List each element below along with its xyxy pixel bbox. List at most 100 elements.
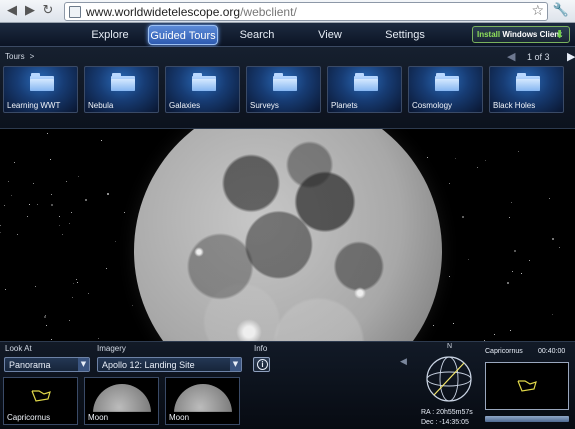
star: [468, 259, 470, 261]
dec-readout: Dec : -14:35:05: [421, 419, 469, 426]
tour-tile-learning-wwt[interactable]: Learning WWT: [3, 66, 78, 113]
info-button[interactable]: i: [253, 357, 270, 372]
menu-settings[interactable]: Settings: [380, 25, 430, 45]
star: [509, 217, 511, 219]
tour-tile-label: Galaxies: [169, 101, 201, 110]
tour-tile-planets[interactable]: Planets: [327, 66, 402, 113]
star: [71, 297, 73, 299]
star: [427, 156, 429, 158]
collapse-panel-icon[interactable]: ◀: [400, 357, 407, 367]
star: [448, 275, 450, 277]
tour-tile-cosmology[interactable]: Cosmology: [408, 66, 483, 113]
back-arrow-icon[interactable]: ◀: [4, 3, 20, 19]
moon-thumbnail-image: [93, 384, 151, 412]
north-label: N: [447, 343, 453, 350]
star: [58, 216, 60, 218]
context-minimap[interactable]: [485, 362, 569, 410]
star: [69, 319, 71, 321]
star: [69, 223, 71, 225]
time-slider[interactable]: [485, 416, 569, 422]
tours-panel: Tours > ◀ 1 of 3 ▶ Learning WWT Nebula Ga…: [0, 47, 575, 129]
star: [59, 225, 61, 227]
look-at-dropdown[interactable]: Panorama ▼: [4, 357, 90, 372]
breadcrumb: Tours >: [5, 52, 34, 61]
thumbnail-capricornus[interactable]: Capricornus: [3, 377, 78, 425]
folder-icon: [192, 73, 216, 91]
menu-view[interactable]: View: [312, 25, 348, 45]
star: [551, 238, 554, 241]
folder-icon: [111, 73, 135, 91]
tour-tile-label: Nebula: [88, 101, 114, 110]
install-windows-client-button[interactable]: Install Windows Client ⬇: [472, 26, 570, 43]
page-indicator: 1 of 3: [527, 52, 550, 62]
star: [16, 234, 18, 236]
crater: [194, 247, 204, 257]
star: [66, 180, 68, 182]
reload-icon[interactable]: ↻: [40, 3, 56, 19]
next-page-icon[interactable]: ▶: [567, 50, 575, 64]
crater: [236, 319, 262, 341]
thumbnail-moon-2[interactable]: Moon: [165, 377, 240, 425]
menu-guided-tours[interactable]: Guided Tours: [148, 25, 218, 45]
star: [51, 338, 53, 340]
star: [75, 279, 77, 281]
star: [71, 211, 73, 213]
imagery-dropdown[interactable]: Apollo 12: Landing Site ▼: [97, 357, 242, 372]
address-bar[interactable]: www.worldwidetelescope.org/webclient/ ☆: [64, 2, 548, 21]
thumbnail-label: Moon: [169, 413, 190, 422]
sky-view[interactable]: [0, 129, 575, 341]
star: [484, 159, 486, 161]
minimap-title: Capricornus: [485, 348, 523, 355]
star: [101, 139, 103, 141]
star: [433, 325, 435, 326]
wrench-icon[interactable]: 🔧: [553, 3, 569, 19]
star: [132, 305, 134, 307]
install-prefix: Install: [477, 30, 503, 39]
star: [84, 198, 87, 201]
breadcrumb-separator: >: [29, 52, 35, 61]
folder-icon: [435, 73, 459, 91]
tour-tile-label: Cosmology: [412, 101, 453, 110]
tour-tile-label: Learning WWT: [7, 101, 61, 110]
download-arrow-icon: ⬇: [555, 28, 565, 41]
folder-icon: [354, 73, 378, 91]
bookmark-star-icon[interactable]: ☆: [531, 3, 544, 20]
tour-tile-label: Planets: [331, 101, 358, 110]
folder-icon: [30, 73, 54, 91]
look-at-value: Panorama: [9, 360, 51, 370]
url-path: /webclient/: [240, 5, 297, 19]
star: [449, 183, 451, 185]
tour-tile-label: Surveys: [250, 101, 279, 110]
star: [61, 234, 63, 236]
thumbnail-moon-1[interactable]: Moon: [84, 377, 159, 425]
tour-tile-galaxies[interactable]: Galaxies: [165, 66, 240, 113]
star: [27, 216, 29, 218]
tour-tile-nebula[interactable]: Nebula: [84, 66, 159, 113]
constellation-icon: [31, 390, 51, 402]
star: [107, 193, 110, 196]
star: [115, 240, 117, 242]
info-icon: i: [257, 359, 268, 370]
previous-page-icon[interactable]: ◀: [507, 50, 517, 64]
star: [47, 133, 49, 135]
forward-arrow-icon[interactable]: ▶: [22, 3, 38, 19]
tour-pager: ◀ 1 of 3 ▶: [507, 50, 575, 64]
breadcrumb-tours[interactable]: Tours: [5, 52, 25, 61]
star: [454, 157, 456, 159]
moon-thumbnail-image: [174, 384, 232, 412]
coordinates-readout: RA : 20h55m57s Dec : -14:35:05: [421, 408, 473, 428]
star: [514, 249, 517, 252]
thumbnail-label: Capricornus: [7, 413, 51, 422]
star: [510, 202, 512, 204]
star: [477, 166, 479, 168]
chevron-down-icon: ▼: [230, 358, 241, 371]
menu-explore[interactable]: Explore: [84, 25, 136, 45]
ra-readout: RA : 20h55m57s: [421, 409, 473, 416]
star: [50, 193, 52, 195]
globe-navigator-icon[interactable]: [425, 355, 473, 403]
tour-tile-black-holes[interactable]: Black Holes: [489, 66, 564, 113]
menu-search[interactable]: Search: [234, 25, 280, 45]
tour-tile-surveys[interactable]: Surveys: [246, 66, 321, 113]
star: [78, 176, 80, 178]
folder-icon: [516, 73, 540, 91]
